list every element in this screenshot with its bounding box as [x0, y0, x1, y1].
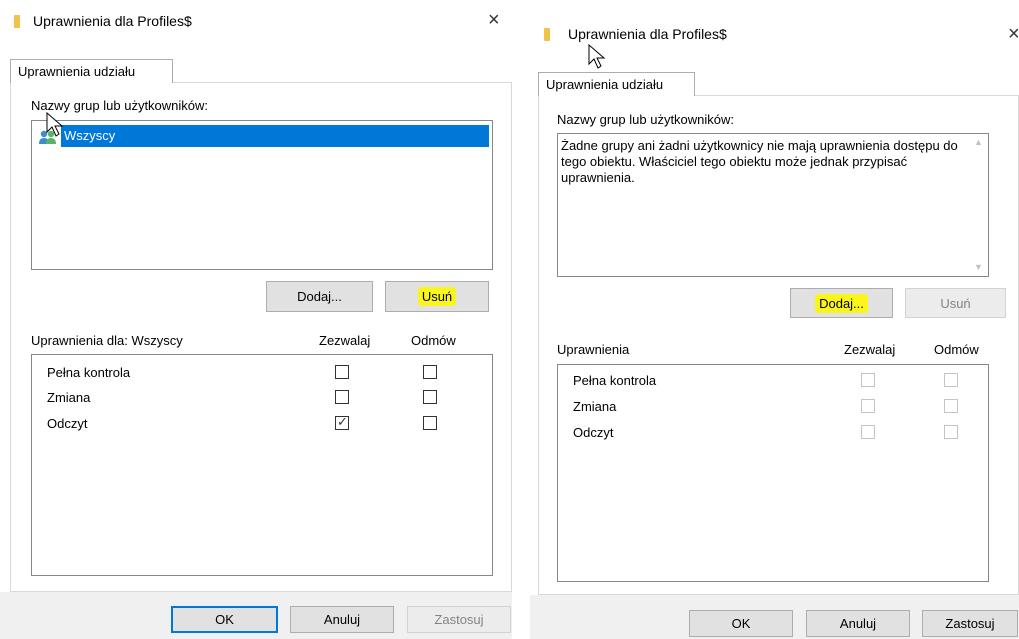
permission-label: Odczyt [47, 416, 88, 431]
permission-label: Zmiana [573, 399, 617, 414]
ok-button[interactable]: OK [689, 610, 793, 637]
folder-icon [544, 28, 550, 41]
close-icon[interactable]: × [488, 10, 500, 30]
add-button[interactable]: Dodaj... [266, 281, 373, 312]
groups-listbox[interactable]: Żadne grupy ani żadni użytkownicy nie ma… [557, 133, 989, 277]
scrollbar[interactable]: ▲ ▼ [971, 134, 988, 276]
list-item-label: Wszyscy [64, 128, 116, 143]
apply-button[interactable]: Zastosuj [922, 610, 1018, 637]
panel-separator [512, 0, 530, 639]
allow-change-checkbox[interactable] [861, 399, 875, 413]
dialog-title: Uprawnienia dla Profiles$ [33, 13, 192, 29]
remove-button-label: Usuń [417, 287, 457, 306]
deny-full-control-checkbox[interactable] [423, 365, 437, 379]
allow-header: Zezwalaj [844, 342, 896, 357]
scroll-down-icon[interactable]: ▼ [974, 262, 983, 272]
deny-header: Odmów [411, 333, 456, 348]
allow-read-checkbox[interactable]: ✓ [335, 414, 349, 430]
permission-label: Pełna kontrola [47, 365, 131, 380]
apply-button[interactable]: Zastosuj [407, 606, 511, 633]
permission-label: Pełna kontrola [573, 373, 657, 388]
remove-button[interactable]: Usuń [905, 288, 1006, 318]
allow-full-control-checkbox[interactable] [335, 365, 349, 379]
folder-icon [14, 15, 20, 28]
deny-read-checkbox[interactable] [944, 425, 958, 439]
groups-listbox[interactable]: Wszyscy [31, 120, 493, 270]
permissions-list: Pełna kontrola Zmiana Odczyt ✓ [31, 354, 493, 576]
groups-label: Nazwy grup lub użytkowników: [31, 98, 209, 113]
mouse-cursor-icon [588, 44, 606, 69]
tab-share-permissions[interactable]: Uprawnienia udziału [538, 72, 695, 96]
deny-change-checkbox[interactable] [944, 399, 958, 413]
deny-full-control-checkbox[interactable] [944, 373, 958, 387]
deny-read-checkbox[interactable] [423, 416, 437, 430]
cancel-button[interactable]: Anuluj [806, 610, 910, 637]
scroll-up-icon[interactable]: ▲ [974, 137, 983, 147]
allow-header: Zezwalaj [319, 333, 371, 348]
checkmark-icon: ✓ [337, 414, 348, 429]
left-permissions-dialog: Uprawnienia dla Profiles$ × Uprawnienia … [0, 0, 512, 639]
permissions-header: Uprawnienia dla: Wszyscy [31, 333, 183, 348]
remove-button[interactable]: Usuń [385, 281, 489, 312]
mouse-cursor-icon [46, 112, 64, 137]
dialog-title: Uprawnienia dla Profiles$ [568, 26, 727, 42]
allow-read-checkbox[interactable] [861, 425, 875, 439]
groups-label: Nazwy grup lub użytkowników: [557, 112, 735, 127]
list-item-wszyscy[interactable]: Wszyscy [61, 125, 489, 147]
empty-message: Żadne grupy ani żadni użytkownicy nie ma… [561, 138, 958, 185]
permissions-header: Uprawnienia [557, 342, 630, 357]
add-button[interactable]: Dodaj... [790, 288, 893, 318]
permission-label: Zmiana [47, 390, 91, 405]
permission-label: Odczyt [573, 425, 614, 440]
allow-full-control-checkbox[interactable] [861, 373, 875, 387]
deny-header: Odmów [934, 342, 979, 357]
cancel-button[interactable]: Anuluj [290, 606, 394, 633]
deny-change-checkbox[interactable] [423, 390, 437, 404]
close-icon[interactable]: × [1008, 24, 1019, 44]
ok-button[interactable]: OK [171, 606, 278, 633]
add-button-label: Dodaj... [815, 293, 868, 313]
right-permissions-dialog: Uprawnienia dla Profiles$ × Uprawnienia … [530, 0, 1019, 639]
allow-change-checkbox[interactable] [335, 390, 349, 404]
tab-share-permissions[interactable]: Uprawnienia udziału [10, 59, 173, 83]
permissions-list: Pełna kontrola Zmiana Odczyt [557, 364, 989, 582]
